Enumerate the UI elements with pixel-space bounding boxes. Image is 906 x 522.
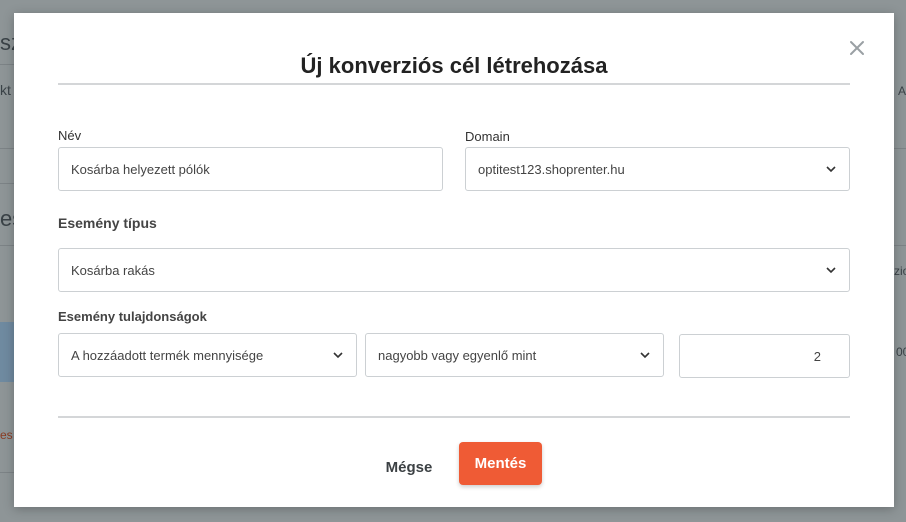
bg-divider [0, 472, 14, 473]
quantity-input[interactable]: 2 [679, 334, 850, 378]
bg-divider [0, 148, 14, 149]
bg-divider [0, 183, 14, 184]
property-select[interactable]: A hozzáadott termék mennyisége [58, 333, 357, 377]
domain-select[interactable]: optitest123.shoprenter.hu [465, 147, 850, 191]
bg-divider [0, 64, 14, 65]
domain-select-value: optitest123.shoprenter.hu [478, 161, 625, 177]
domain-label: Domain [465, 129, 510, 144]
operator-select[interactable]: nagyobb vagy egyenlő mint [365, 333, 664, 377]
property-select-value: A hozzáadott termék mennyisége [71, 347, 264, 363]
close-icon [850, 41, 864, 55]
cancel-button[interactable]: Mégse [374, 453, 444, 481]
bg-fragment: es [0, 428, 13, 442]
operator-select-value: nagyobb vagy egyenlő mint [378, 347, 537, 363]
close-button[interactable] [848, 39, 866, 57]
event-type-select[interactable]: Kosárba rakás [58, 248, 850, 292]
bg-thumbnail [0, 322, 14, 382]
chevron-down-icon [826, 166, 836, 173]
name-input[interactable]: Kosárba helyezett pólók [58, 147, 443, 191]
create-conversion-goal-modal: Új konverziós cél létrehozása Név Kosárb… [14, 13, 894, 507]
event-properties-label: Esemény tulajdonságok [58, 309, 207, 324]
name-label: Név [58, 128, 82, 143]
name-input-value: Kosárba helyezett pólók [71, 161, 210, 177]
header-divider [58, 83, 850, 85]
modal-title: Új konverziós cél létrehozása [300, 53, 608, 78]
bg-fragment: A [898, 84, 906, 98]
footer-divider [58, 416, 850, 418]
bg-fragment: kt [0, 82, 11, 98]
chevron-down-icon [333, 352, 343, 359]
bg-divider [894, 148, 906, 149]
quantity-input-value: 2 [813, 348, 821, 364]
bg-divider [894, 245, 906, 246]
chevron-down-icon [640, 352, 650, 359]
bg-fragment: zio [894, 264, 906, 278]
bg-fragment: 00 [896, 345, 906, 359]
event-type-select-value: Kosárba rakás [71, 262, 155, 278]
chevron-down-icon [826, 267, 836, 274]
event-type-label: Esemény típus [58, 215, 157, 231]
bg-divider [0, 245, 14, 246]
save-button[interactable]: Mentés [459, 442, 542, 485]
